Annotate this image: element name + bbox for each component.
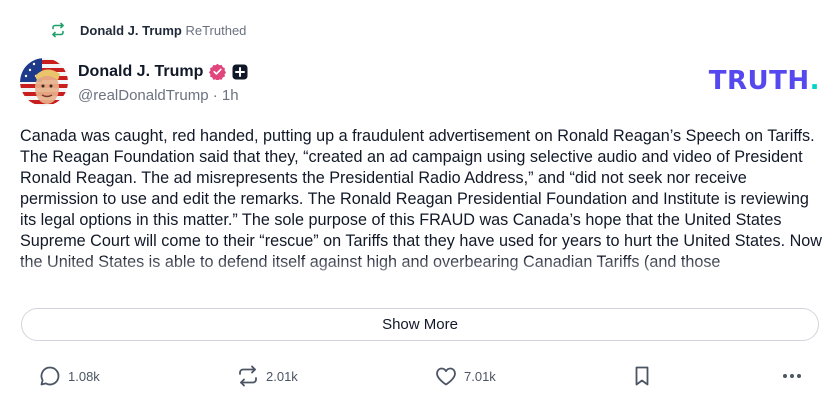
author-block: Donald J. Trump @realDonaldTrump · 1h bbox=[78, 61, 248, 104]
more-options-button[interactable] bbox=[780, 362, 804, 390]
avatar[interactable] bbox=[20, 58, 68, 106]
text-fade-overlay bbox=[0, 258, 840, 302]
retruth-count: 2.01k bbox=[266, 368, 298, 384]
show-more-button[interactable]: Show More bbox=[21, 308, 819, 341]
author-handle[interactable]: @realDonaldTrump bbox=[78, 87, 209, 104]
retruth-icon bbox=[52, 22, 64, 38]
post-actions: 1.08k 2.01k 7.01k bbox=[0, 362, 840, 390]
verified-badge-icon bbox=[209, 63, 227, 80]
bookmark-button[interactable] bbox=[630, 362, 654, 390]
reply-count: 1.08k bbox=[68, 368, 100, 384]
bookmark-icon bbox=[635, 366, 649, 386]
meta-separator: · bbox=[212, 86, 218, 104]
retruth-icon bbox=[239, 365, 257, 387]
plus-badge-icon bbox=[232, 64, 248, 79]
logo-text: TRUTH bbox=[708, 66, 810, 96]
retruth-button[interactable]: 2.01k bbox=[236, 362, 298, 390]
post-header: Donald J. Trump @realDonaldTrump · 1h bbox=[20, 58, 248, 106]
reply-button[interactable]: 1.08k bbox=[38, 362, 100, 390]
like-button[interactable]: 7.01k bbox=[434, 362, 496, 390]
author-name[interactable]: Donald J. Trump bbox=[78, 63, 203, 81]
retruth-indicator: Donald J. Trump ReTruthed bbox=[50, 20, 246, 40]
retruth-text: Donald J. Trump ReTruthed bbox=[80, 23, 246, 38]
retruth-label: ReTruthed bbox=[185, 22, 247, 38]
comment-icon bbox=[40, 366, 60, 386]
author-line: Donald J. Trump bbox=[78, 61, 248, 83]
like-count: 7.01k bbox=[464, 368, 496, 384]
heart-icon bbox=[436, 367, 456, 386]
truth-social-logo[interactable]: TRUTH. bbox=[709, 66, 820, 96]
more-dots-icon bbox=[783, 374, 801, 378]
handle-line: @realDonaldTrump · 1h bbox=[78, 87, 248, 104]
logo-dot: . bbox=[809, 66, 820, 96]
retruth-user-link[interactable]: Donald J. Trump bbox=[80, 23, 182, 38]
post-timestamp[interactable]: 1h bbox=[222, 87, 239, 104]
